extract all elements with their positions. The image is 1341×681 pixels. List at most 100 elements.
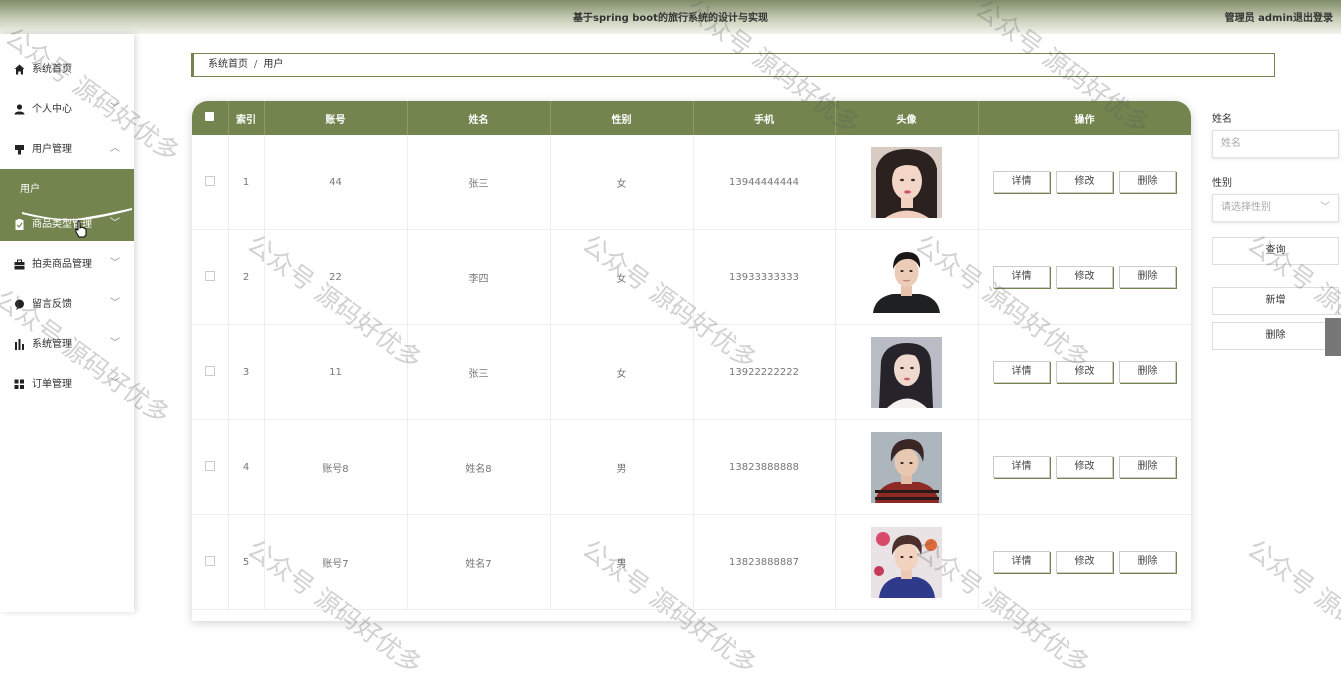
cell-name: 张三 <box>407 135 551 230</box>
breadcrumb-current: 用户 <box>263 59 284 70</box>
query-button[interactable]: 查询 <box>1212 237 1339 265</box>
table-row: 3 11 张三 女 13922222222 详情 修改 删除 <box>192 324 1191 420</box>
top-header: 基于spring boot的旅行系统的设计与实现 管理员 admin 退出登录 <box>0 0 1341 34</box>
watermark: 公众号 源码好优多 <box>1242 534 1341 680</box>
avatar-female-2[interactable] <box>871 336 942 408</box>
gender-select[interactable]: 请选择性别 ﹀ <box>1212 194 1339 222</box>
logout-link[interactable]: 退出登录 <box>1293 9 1333 24</box>
sidebar-item-home[interactable]: 系统首页 <box>0 52 134 88</box>
cell-actions: 详情 修改 删除 <box>978 514 1191 610</box>
cell-account: 11 <box>264 324 408 420</box>
chevron-up-icon: ︿ <box>110 143 120 154</box>
chevron-down-icon: ﹀ <box>1320 202 1330 213</box>
add-button[interactable]: 新增 <box>1212 287 1339 315</box>
cell-actions: 详情 修改 删除 <box>978 135 1191 230</box>
cell-phone: 13944444444 <box>693 135 836 230</box>
edit-button[interactable]: 修改 <box>1056 456 1113 478</box>
table-row: 4 账号8 姓名8 男 13823888888 详情 修改 删除 <box>192 419 1191 515</box>
sidebar-item-personal[interactable]: 个人中心 ﹀ <box>0 92 134 128</box>
col-avatar: 头像 <box>835 101 979 135</box>
row-checkbox[interactable] <box>192 419 229 515</box>
delete-button[interactable]: 删除 <box>1119 171 1176 193</box>
edit-button[interactable]: 修改 <box>1056 266 1113 288</box>
home-icon <box>13 64 25 76</box>
sidebar-item-system[interactable]: 系统管理 ﹀ <box>0 327 134 363</box>
delete-button[interactable]: 删除 <box>1119 456 1176 478</box>
delete-button[interactable]: 删除 <box>1119 361 1176 383</box>
chevron-down-icon: ﹀ <box>110 298 120 309</box>
edit-button[interactable]: 修改 <box>1056 171 1113 193</box>
avatar-male-2[interactable] <box>871 431 942 503</box>
row-checkbox[interactable] <box>192 514 229 610</box>
chevron-down-icon: ﹀ <box>110 258 120 269</box>
sidebar: 系统首页 个人中心 ﹀ 用户管理 ︿ 用户 商品类型管理 ﹀ 拍卖商品管理 ﹀ … <box>0 34 134 612</box>
col-account: 账号 <box>264 101 408 135</box>
col-phone: 手机 <box>693 101 836 135</box>
chevron-down-icon: ﹀ <box>110 218 120 229</box>
avatar-female-1[interactable] <box>871 146 942 218</box>
avatar-male-1[interactable] <box>871 241 942 313</box>
clipboard-icon <box>13 219 25 231</box>
cell-account: 22 <box>264 229 408 325</box>
cell-phone: 13933333333 <box>693 229 836 325</box>
row-checkbox[interactable] <box>192 135 229 230</box>
breadcrumb: 系统首页 / 用户 <box>191 53 1275 77</box>
bar-chart-icon <box>13 339 25 351</box>
cell-index: 5 <box>228 514 265 610</box>
side-scroll-tab[interactable] <box>1325 318 1341 356</box>
breadcrumb-home[interactable]: 系统首页 <box>208 59 248 70</box>
cell-index: 1 <box>228 135 265 230</box>
cell-actions: 详情 修改 删除 <box>978 324 1191 420</box>
sidebar-item-label: 用户管理 <box>32 144 72 155</box>
select-all-checkbox[interactable] <box>192 101 229 135</box>
sidebar-item-label: 订单管理 <box>32 379 72 390</box>
table-row: 2 22 李四 女 13933333333 详情 修改 删除 <box>192 229 1191 325</box>
sidebar-item-orders[interactable]: 订单管理 ﹀ <box>0 367 134 403</box>
cell-actions: 详情 修改 删除 <box>978 229 1191 325</box>
edit-button[interactable]: 修改 <box>1056 361 1113 383</box>
cell-gender: 女 <box>550 135 694 230</box>
sidebar-item-feedback[interactable]: 留言反馈 ﹀ <box>0 287 134 323</box>
briefcase-icon <box>13 259 25 271</box>
app-title: 基于spring boot的旅行系统的设计与实现 <box>573 13 768 24</box>
submenu-user-active: 用户 商品类型管理 ﹀ <box>0 169 134 241</box>
cell-gender: 女 <box>550 229 694 325</box>
detail-button[interactable]: 详情 <box>993 551 1050 573</box>
cell-gender: 男 <box>550 419 694 515</box>
avatar-male-3[interactable] <box>871 526 942 598</box>
name-label: 姓名 <box>1212 114 1232 125</box>
gender-label: 性别 <box>1212 178 1232 189</box>
cell-index: 3 <box>228 324 265 420</box>
col-index: 索引 <box>228 101 265 135</box>
submenu-item-user[interactable]: 用户 <box>20 180 40 195</box>
row-checkbox[interactable] <box>192 324 229 420</box>
detail-button[interactable]: 详情 <box>993 456 1050 478</box>
detail-button[interactable]: 详情 <box>993 361 1050 383</box>
sidebar-item-label: 系统管理 <box>32 339 72 350</box>
chevron-down-icon: ﹀ <box>110 103 120 114</box>
hand-cursor-icon <box>75 220 87 238</box>
row-checkbox[interactable] <box>192 229 229 325</box>
sidebar-item-label: 拍卖商品管理 <box>32 259 92 270</box>
detail-button[interactable]: 详情 <box>993 171 1050 193</box>
cell-phone: 13823888887 <box>693 514 836 610</box>
cell-index: 4 <box>228 419 265 515</box>
sidebar-item-auction[interactable]: 拍卖商品管理 ﹀ <box>0 247 134 283</box>
detail-button[interactable]: 详情 <box>993 266 1050 288</box>
delete-button[interactable]: 删除 <box>1119 551 1176 573</box>
current-user: 管理员 admin <box>1224 13 1293 24</box>
name-search-input[interactable]: 姓名 <box>1212 130 1339 158</box>
user-manage-icon <box>13 144 25 156</box>
batch-delete-button[interactable]: 删除 <box>1212 322 1339 350</box>
sidebar-item-label: 留言反馈 <box>32 299 72 310</box>
sidebar-item-goods-type[interactable]: 商品类型管理 ﹀ <box>0 207 134 243</box>
cell-name: 姓名7 <box>407 514 551 610</box>
delete-button[interactable]: 删除 <box>1119 266 1176 288</box>
cell-actions: 详情 修改 删除 <box>978 419 1191 515</box>
col-actions: 操作 <box>978 101 1191 135</box>
sidebar-item-label: 个人中心 <box>32 104 72 115</box>
sidebar-item-user-manage[interactable]: 用户管理 ︿ <box>0 132 134 168</box>
col-gender: 性别 <box>550 101 694 135</box>
cell-phone: 13922222222 <box>693 324 836 420</box>
edit-button[interactable]: 修改 <box>1056 551 1113 573</box>
